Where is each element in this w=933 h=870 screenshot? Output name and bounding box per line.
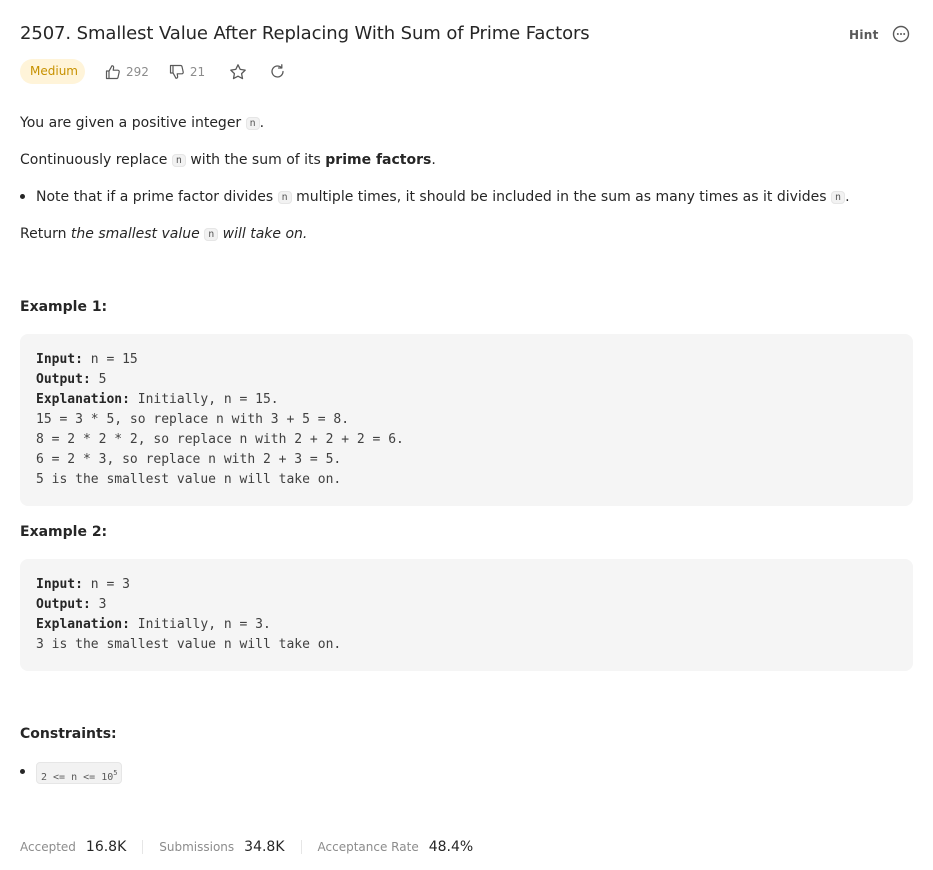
inline-code: n	[204, 228, 219, 241]
thumbs-down-icon	[169, 64, 184, 79]
example-2-heading: Example 2:	[20, 524, 108, 540]
acceptance-rate-label: Acceptance Rate	[317, 840, 419, 854]
dislike-count: 21	[189, 64, 206, 79]
favorite-button[interactable]	[229, 63, 247, 81]
accepted-label: Accepted	[20, 840, 76, 854]
divider	[142, 840, 144, 854]
description-note: Note that if a prime factor divides n mu…	[36, 189, 850, 205]
submissions-value: 34.8K	[244, 839, 285, 855]
accepted-value: 16.8K	[85, 839, 127, 855]
submission-stats: Accepted 16.8K Submissions 34.8K Accepta…	[20, 838, 473, 856]
inline-code: n	[831, 191, 846, 204]
acceptance-rate-value: 48.4%	[428, 839, 474, 855]
example-1-block: Input: n = 15 Output: 5 Explanation: Ini…	[20, 334, 913, 506]
list-bullet	[20, 769, 25, 774]
example-1-heading: Example 1:	[20, 299, 108, 315]
submissions-label: Submissions	[159, 840, 235, 854]
star-icon	[230, 63, 247, 79]
inline-code: n	[171, 154, 186, 167]
more-icon[interactable]	[892, 25, 910, 43]
constraint-item: 2 <= n <= 105	[36, 762, 123, 784]
constraints-heading: Constraints:	[20, 726, 117, 742]
like-count: 292	[126, 64, 149, 79]
inline-code: n	[277, 191, 292, 204]
inline-code: n	[245, 117, 260, 130]
example-2-block: Input: n = 3 Output: 3 Explanation: Init…	[20, 559, 913, 671]
description-paragraph-1: You are given a positive integer n.	[20, 115, 265, 131]
problem-title: 2507. Smallest Value After Replacing Wit…	[20, 23, 590, 44]
description-return: Return the smallest value n will take on…	[20, 226, 308, 242]
thumbs-up-icon	[105, 64, 120, 79]
dislike-button[interactable]: 21	[169, 64, 205, 80]
refresh-icon	[271, 64, 284, 78]
difficulty-badge: Medium	[20, 59, 85, 84]
like-button[interactable]: 292	[105, 64, 149, 80]
problem-meta: Medium 292 21	[20, 59, 286, 84]
hint-button[interactable]: Hint	[849, 28, 879, 42]
divider	[300, 840, 302, 854]
description-paragraph-2: Continuously replace n with the sum of i…	[20, 152, 436, 168]
list-bullet	[20, 194, 25, 199]
reset-button[interactable]	[269, 63, 286, 80]
